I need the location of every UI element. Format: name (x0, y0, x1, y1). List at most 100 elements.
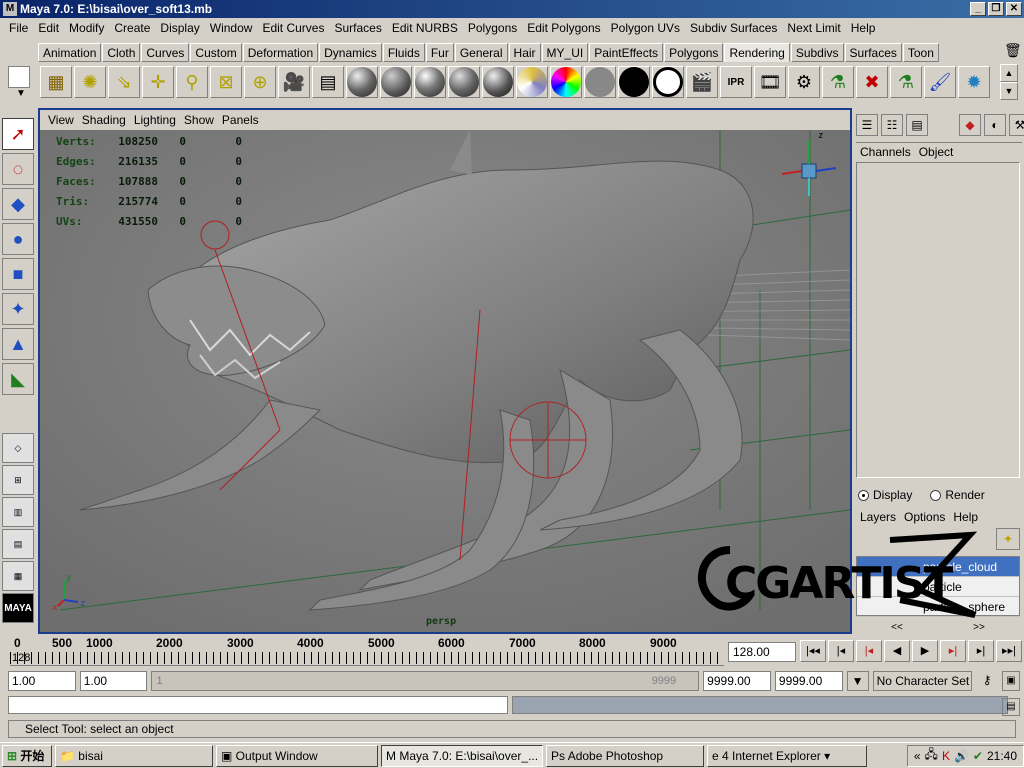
surface-shader-icon[interactable] (584, 66, 616, 98)
tab-toon[interactable]: Toon (902, 43, 939, 62)
paint-select-tool-icon[interactable]: ◆ (2, 188, 34, 220)
hypershade-icon[interactable]: ▤ (312, 66, 344, 98)
play-backward-icon[interactable]: ◀ (884, 640, 910, 662)
ambient-light-icon[interactable]: ✺ (74, 66, 106, 98)
channel-attributes-pane[interactable] (856, 162, 1020, 478)
tab-dynamics[interactable]: Dynamics (319, 43, 382, 62)
layer-scroll-right[interactable]: >> (973, 622, 985, 633)
four-view-layout-icon[interactable]: ⊞ (2, 465, 34, 495)
menu-modify[interactable]: Modify (64, 21, 109, 35)
shader-library-icon[interactable]: ⚗ (890, 66, 922, 98)
channel-box-toggle-icon[interactable]: ☰ (856, 114, 878, 136)
menu-edit-nurbs[interactable]: Edit NURBS (387, 21, 463, 35)
new-layer-icon[interactable]: ✦ (996, 528, 1020, 550)
clock[interactable]: 21:40 (987, 749, 1017, 763)
menu-polygon-uvs[interactable]: Polygon UVs (606, 21, 685, 35)
restore-button[interactable]: ❐ (988, 2, 1004, 16)
antivirus-icon[interactable]: K (942, 749, 950, 763)
render-layer-radio[interactable]: Render (930, 488, 985, 502)
tab-fluids[interactable]: Fluids (382, 43, 425, 62)
viewport-menu-shading[interactable]: Shading (78, 113, 130, 127)
remove-shader-icon[interactable]: ✖ (856, 66, 888, 98)
outliner-persp-layout-icon[interactable]: ▥ (2, 497, 34, 527)
playback-start-field[interactable]: 1.00 (79, 671, 148, 691)
script-editor-icon[interactable]: ▤ (1002, 698, 1020, 716)
viewport-menu-show[interactable]: Show (180, 113, 218, 127)
phonge-material-icon[interactable] (448, 66, 480, 98)
tab-my-ui[interactable]: MY_UI (541, 43, 589, 62)
auto-key-icon[interactable]: ⚷ (976, 671, 998, 691)
layered-shader-icon[interactable] (516, 66, 548, 98)
move-tool-icon[interactable]: ● (2, 223, 34, 255)
batch-render-icon[interactable]: 🎞 (754, 66, 786, 98)
lasso-tool-icon[interactable]: ◌ (2, 153, 34, 185)
menu-polygons[interactable]: Polygons (463, 21, 522, 35)
render-globals-shortcut-icon[interactable]: ◆ (959, 114, 981, 136)
phong-material-icon[interactable] (414, 66, 446, 98)
directional-light-icon[interactable]: ⇘ (108, 66, 140, 98)
tab-cloth[interactable]: Cloth (102, 43, 141, 62)
taskbar-item[interactable]: 📁 bisai (55, 744, 213, 767)
anisotropic-material-icon[interactable] (482, 66, 514, 98)
viewport-menu-lighting[interactable]: Lighting (130, 113, 180, 127)
menu-window[interactable]: Window (205, 21, 258, 35)
taskbar-item[interactable]: e 4 Internet Explorer ▾ (707, 744, 867, 767)
channel-layer-toggle-icon[interactable]: ▤ (906, 114, 928, 136)
object-menu[interactable]: Object (915, 143, 958, 160)
playback-end-field[interactable]: 9999.00 (703, 671, 771, 691)
viewport-menu-view[interactable]: View (44, 113, 78, 127)
render-radio-indicator[interactable] (930, 489, 942, 501)
lambert-material-icon[interactable] (380, 66, 412, 98)
taskbar-item[interactable]: ▣ Output Window (216, 744, 378, 767)
tab-painteffects[interactable]: PaintEffects (589, 43, 664, 62)
volume-light-icon[interactable]: ⊕ (244, 66, 276, 98)
volume-icon[interactable]: 🔊 (954, 749, 969, 763)
shelf-menu-button[interactable] (8, 66, 30, 88)
viewport-menu-panels[interactable]: Panels (218, 113, 263, 127)
go-to-start-icon[interactable]: |◂◂ (800, 640, 826, 662)
menu-help[interactable]: Help (846, 21, 881, 35)
area-light-icon[interactable]: ⊠ (210, 66, 242, 98)
shading-map-icon[interactable] (652, 66, 684, 98)
trash-icon[interactable]: 🗑 (1004, 42, 1022, 58)
maya-app-icon[interactable]: M (3, 2, 17, 16)
point-light-icon[interactable]: ✛ (142, 66, 174, 98)
layers-menu[interactable]: Layers (856, 510, 900, 524)
graph-persp-layout-icon[interactable]: ▤ (2, 529, 34, 559)
ipr-render-icon[interactable]: IPR (720, 66, 752, 98)
close-button[interactable]: ✕ (1006, 2, 1022, 16)
menu-next-limit[interactable]: Next Limit (782, 21, 845, 35)
tab-polygons[interactable]: Polygons (664, 43, 724, 62)
channels-menu[interactable]: Channels (856, 143, 915, 160)
blinn-material-icon[interactable] (346, 66, 378, 98)
tab-subdivs[interactable]: Subdivs (790, 43, 844, 62)
taskbar-item[interactable]: Ps Adobe Photoshop (546, 744, 704, 767)
ramp-shader-icon[interactable] (550, 66, 582, 98)
tab-fur[interactable]: Fur (425, 43, 454, 62)
layer-scroll-left[interactable]: << (891, 622, 903, 633)
hypershade-shortcut-icon[interactable]: ◐ (984, 114, 1006, 136)
tab-rendering[interactable]: Rendering (724, 43, 790, 62)
tab-deformation[interactable]: Deformation (242, 43, 319, 62)
start-time-field[interactable]: 1.00 (8, 671, 76, 691)
taskbar-item[interactable]: M Maya 7.0: E:\bisai\over_... (381, 744, 543, 767)
minimize-button[interactable]: _ (970, 2, 986, 16)
last-tool-icon[interactable]: ◣ (2, 363, 34, 395)
tab-custom[interactable]: Custom (190, 43, 242, 62)
attribute-editor-toggle-icon[interactable]: ☷ (881, 114, 903, 136)
character-set-dropdown-icon[interactable]: ▼ (846, 671, 869, 691)
animation-preferences-icon[interactable]: ▣ (1002, 671, 1020, 691)
rotate-tool-icon[interactable]: ■ (2, 258, 34, 290)
select-tool-icon[interactable]: ➚ (2, 118, 34, 150)
scale-tool-icon[interactable]: ✦ (2, 293, 34, 325)
mel-command-input[interactable] (8, 696, 508, 714)
tab-animation[interactable]: Animation (38, 43, 102, 62)
grid-render-icon[interactable]: ▦ (40, 66, 72, 98)
single-view-layout-icon[interactable]: ◇ (2, 433, 34, 463)
menu-edit-polygons[interactable]: Edit Polygons (522, 21, 605, 35)
menu-create[interactable]: Create (109, 21, 155, 35)
display-radio-indicator[interactable] (858, 489, 869, 501)
play-forward-icon[interactable]: ▶ (912, 640, 938, 662)
step-back-key-icon[interactable]: |◂ (828, 640, 854, 662)
options-menu[interactable]: Options (900, 510, 949, 524)
